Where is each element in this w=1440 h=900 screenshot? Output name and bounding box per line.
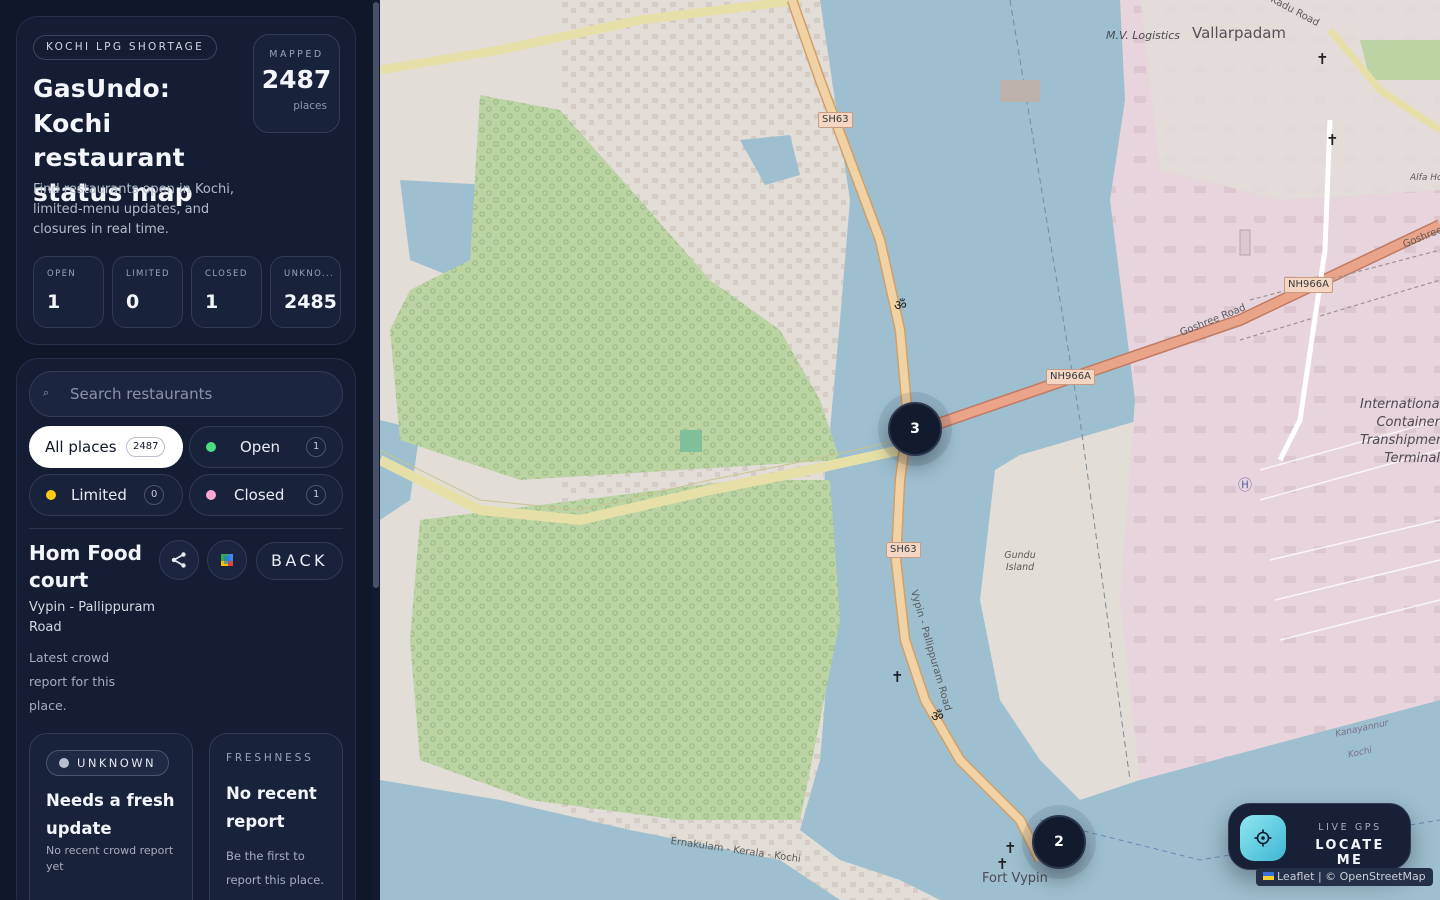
stats-row: OPEN 1 LIMITED 0 CLOSED 1 UNKNO... 2485 (33, 256, 341, 328)
scrollbar-thumb[interactable] (373, 2, 379, 588)
map-label-mv-logistics: M.V. Logistics (1106, 29, 1181, 42)
church-icon: ✝ (996, 855, 1009, 873)
mapped-label: MAPPED (269, 49, 324, 60)
status-title: Needs a fresh update (46, 791, 175, 838)
ukraine-flag-icon (1263, 872, 1274, 880)
road-shield-nh966a: NH966A (1284, 277, 1333, 293)
stat-unknown: UNKNO... 2485 (270, 256, 341, 328)
share-button[interactable] (159, 540, 199, 580)
stat-value: 1 (205, 291, 219, 313)
mapped-count-card: MAPPED 2487 places (253, 34, 340, 133)
road-shield-sh63: SH63 (886, 542, 921, 558)
church-icon: ✝ (891, 668, 904, 686)
sidebar-scrollbar[interactable] (372, 0, 380, 900)
map-label-fort-vypin: Fort Vypin (982, 871, 1048, 886)
temple-icon: ॐ (894, 298, 907, 314)
details-card: ⌕ All places 2487 Open 1 Limited 0 Close… (16, 358, 356, 900)
eyebrow-badge: KOCHI LPG SHORTAGE (33, 35, 218, 60)
freshness-label: FRESHNESS (226, 752, 314, 764)
church-icon: ✝ (1316, 50, 1329, 68)
stat-label: UNKNO... (284, 269, 335, 279)
map-label-vallarpadam: Vallarpadam (1192, 24, 1287, 42)
search-icon: ⌕ (43, 386, 50, 399)
place-name: Hom Food court (29, 541, 142, 592)
header-card: KOCHI LPG SHORTAGE GasUndo: Kochi restau… (16, 16, 356, 345)
divider (29, 528, 343, 529)
stat-open: OPEN 1 (33, 256, 104, 328)
crowd-report-note: Latest crowd report for this place. (29, 650, 116, 713)
status-card: UNKNOWN Needs a fresh update No recent c… (29, 733, 193, 900)
closed-status-dot (206, 490, 216, 500)
status-subtitle: No recent crowd report yet (46, 844, 174, 873)
helipad-icon: Ⓗ (1238, 478, 1252, 494)
filter-label: All places (45, 438, 117, 456)
filter-label: Limited (71, 486, 127, 504)
stat-label: OPEN (47, 269, 77, 279)
temple-icon: ॐ (931, 709, 944, 725)
status-badge-label: UNKNOWN (77, 756, 156, 770)
filter-count: 1 (306, 485, 327, 505)
sidebar: KOCHI LPG SHORTAGE GasUndo: Kochi restau… (0, 0, 380, 900)
filter-closed[interactable]: Closed 1 (189, 474, 343, 516)
filter-count: 2487 (126, 437, 166, 457)
map-cluster-marker[interactable]: 2 (1032, 815, 1086, 869)
filter-label: Closed (234, 486, 285, 504)
stat-value: 2485 (284, 291, 337, 313)
mapped-value: 2487 (261, 65, 332, 94)
page-subtitle: Find restaurants open in Kochi, limited-… (33, 182, 234, 237)
map-attribution[interactable]: Leaflet | © OpenStreetMap (1256, 868, 1433, 886)
stat-label: CLOSED (205, 269, 248, 279)
search-input[interactable] (70, 372, 330, 416)
map-label-terminal: International Container Transhipment Ter… (1360, 397, 1440, 466)
stat-value: 0 (126, 291, 140, 313)
road-shield-sh63: SH63 (818, 112, 853, 128)
filter-all-places[interactable]: All places 2487 (29, 426, 183, 468)
locate-caption: LIVE GPS (1318, 822, 1382, 833)
status-badge: UNKNOWN (46, 750, 169, 776)
stat-closed: CLOSED 1 (191, 256, 262, 328)
search-bar[interactable]: ⌕ (29, 371, 343, 417)
church-icon: ✝ (1326, 131, 1339, 149)
limited-status-dot (46, 490, 56, 500)
filter-label: Open (240, 438, 281, 456)
attribution-text: Leaflet | © OpenStreetMap (1277, 870, 1426, 883)
stat-limited: LIMITED 0 (112, 256, 183, 328)
locate-label: LOCATE ME (1315, 838, 1385, 868)
stat-label: LIMITED (126, 269, 170, 279)
open-in-maps-button[interactable] (207, 540, 247, 580)
map-cluster-marker[interactable]: 3 (888, 402, 942, 456)
map-label-alfa: Alfa Ho (1410, 173, 1440, 183)
place-address: Vypin - Pallippuram Road (29, 600, 156, 635)
freshness-subtitle: Be the first to report this place. (226, 849, 325, 887)
map-view[interactable]: Vallarpadam M.V. Logistics Kadu Road Alf… (380, 0, 1440, 900)
mapped-unit: places (293, 100, 327, 112)
map-label-gundu-island: Gundu Island (1004, 550, 1036, 573)
stat-value: 1 (47, 291, 61, 313)
back-button[interactable]: BACK (256, 542, 343, 580)
filter-limited[interactable]: Limited 0 (29, 474, 183, 516)
freshness-title: No recent report (226, 784, 317, 831)
open-status-dot (206, 442, 216, 452)
share-icon (171, 552, 186, 568)
filter-count: 1 (306, 437, 327, 457)
filter-open[interactable]: Open 1 (189, 426, 343, 468)
crosshair-icon (1240, 815, 1286, 861)
road-shield-nh966a: NH966A (1046, 369, 1095, 385)
filter-count: 0 (144, 485, 165, 505)
locate-me-button[interactable]: LIVE GPS LOCATE ME (1228, 803, 1411, 870)
freshness-card: FRESHNESS No recent report Be the first … (209, 733, 343, 900)
maps-icon (221, 554, 233, 566)
status-dot (59, 758, 69, 768)
